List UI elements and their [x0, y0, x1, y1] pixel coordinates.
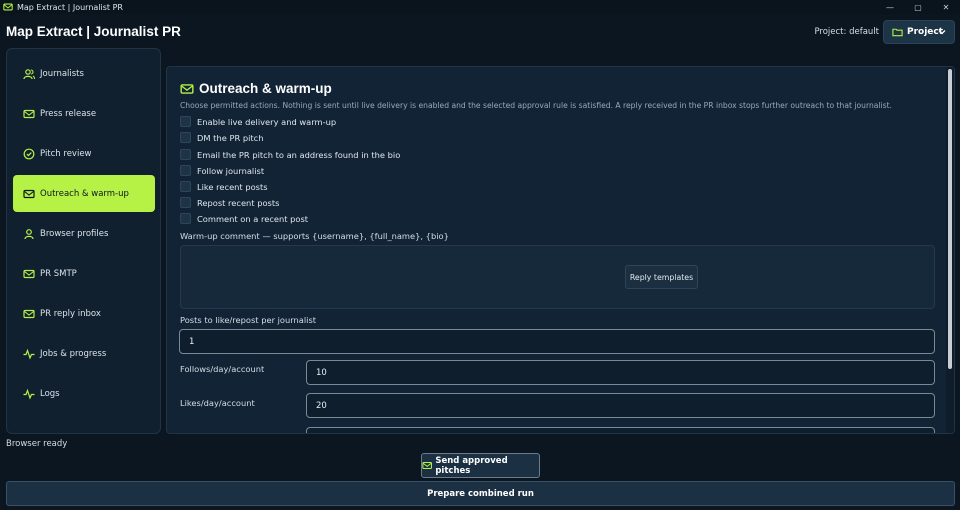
follows-label: Follows/day/account	[180, 364, 265, 374]
posts-label: Posts to like/repost per journalist	[180, 315, 317, 325]
mail-icon	[422, 461, 432, 470]
checkbox[interactable]	[180, 197, 191, 208]
comment-label: Warm-up comment — supports {username}, {…	[180, 231, 449, 241]
window-title: Map Extract | Journalist PR	[17, 2, 123, 12]
status-text: Browser ready	[6, 439, 68, 449]
section-description: Choose permitted actions. Nothing is sen…	[180, 101, 892, 110]
activity-icon	[23, 388, 35, 400]
project-label: Project: default	[814, 27, 879, 37]
window-titlebar: Map Extract | Journalist PR — ▢ ✕	[0, 0, 960, 14]
option-email-pitch[interactable]: Email the PR pitch to an address found i…	[180, 149, 400, 160]
checkbox[interactable]	[180, 165, 191, 176]
option-comment-post[interactable]: Comment on a recent post	[180, 213, 308, 224]
sidebar-item-jobs-progress[interactable]: Jobs & progress	[13, 335, 155, 372]
mail-icon	[180, 83, 194, 94]
checkbox[interactable]	[180, 116, 191, 127]
reply-templates-button[interactable]: Reply templates	[625, 265, 698, 289]
checkbox-label: Enable live delivery and warm-up	[197, 116, 337, 127]
next-limit-input[interactable]	[306, 427, 935, 433]
sidebar-item-label: PR reply inbox	[40, 308, 101, 319]
checkbox-label: Repost recent posts	[197, 197, 280, 208]
checkbox[interactable]	[180, 213, 191, 224]
mail-icon	[23, 269, 35, 278]
sidebar-item-journalists[interactable]: Journalists	[13, 55, 155, 92]
mail-icon	[23, 109, 35, 118]
chevron-down-icon	[938, 30, 946, 35]
sidebar-item-pr-smtp[interactable]: PR SMTP	[13, 255, 155, 292]
follows-per-day-input[interactable]: 10	[306, 360, 935, 385]
sidebar-item-label: Journalists	[40, 68, 84, 79]
checkbox[interactable]	[180, 132, 191, 143]
folder-icon	[892, 28, 903, 37]
outreach-panel: Outreach & warm-up Choose permitted acti…	[166, 66, 955, 434]
sidebar-item-press-release[interactable]: Press release	[13, 95, 155, 132]
checkbox[interactable]	[180, 181, 191, 192]
user-icon	[24, 228, 34, 239]
checkbox-label: Follow journalist	[197, 165, 265, 176]
check-circle-icon	[23, 148, 35, 159]
sidebar-item-browser-profiles[interactable]: Browser profiles	[13, 215, 155, 252]
sidebar-item-label: Logs	[40, 388, 60, 399]
maximize-button[interactable]: ▢	[904, 0, 932, 14]
option-enable-live-delivery[interactable]: Enable live delivery and warm-up	[180, 116, 336, 127]
option-repost-posts[interactable]: Repost recent posts	[180, 197, 279, 208]
section-title: Outreach & warm-up	[180, 81, 332, 96]
scrollbar-thumb[interactable]	[948, 69, 952, 369]
section-title-text: Outreach & warm-up	[199, 81, 332, 96]
checkbox-label: Email the PR pitch to an address found i…	[197, 149, 401, 160]
warmup-comment-textarea[interactable]	[180, 245, 935, 309]
users-icon	[23, 68, 35, 79]
checkbox-label: DM the PR pitch	[197, 132, 264, 143]
checkbox[interactable]	[180, 149, 191, 160]
sidebar-item-logs[interactable]: Logs	[13, 375, 155, 412]
sidebar-item-pitch-review[interactable]: Pitch review	[13, 135, 155, 172]
sidebar-item-label: Jobs & progress	[40, 348, 107, 359]
prepare-combined-run-button[interactable]: Prepare combined run	[6, 481, 955, 506]
posts-per-journalist-input[interactable]: 1	[179, 329, 935, 354]
sidebar-item-label: Press release	[40, 108, 97, 119]
sidebar-item-outreach[interactable]: Outreach & warm-up	[13, 175, 155, 212]
project-button[interactable]: Project	[883, 20, 955, 44]
option-follow-journalist[interactable]: Follow journalist	[180, 165, 264, 176]
sidebar-item-label: Pitch review	[40, 148, 92, 159]
option-dm-pitch[interactable]: DM the PR pitch	[180, 132, 264, 143]
likes-label: Likes/day/account	[180, 398, 255, 408]
close-button[interactable]: ✕	[932, 0, 960, 14]
checkbox-label: Like recent posts	[197, 181, 268, 192]
mail-icon	[3, 3, 13, 11]
sidebar-item-label: Outreach & warm-up	[40, 188, 129, 199]
sidebar: Journalists Press release Pitch review O…	[6, 48, 161, 434]
scrollbar[interactable]	[946, 67, 954, 433]
minimize-button[interactable]: —	[876, 0, 904, 14]
checkbox-label: Comment on a recent post	[197, 213, 309, 224]
likes-per-day-input[interactable]: 20	[306, 393, 935, 418]
option-like-posts[interactable]: Like recent posts	[180, 181, 268, 192]
send-button-label: Send approved pitches	[435, 455, 508, 476]
sidebar-item-label: PR SMTP	[40, 268, 77, 279]
activity-icon	[23, 348, 35, 360]
mail-icon	[23, 189, 35, 198]
sidebar-item-pr-reply-inbox[interactable]: PR reply inbox	[13, 295, 155, 332]
mail-icon	[23, 309, 35, 318]
send-approved-pitches-button[interactable]: Send approved pitches	[421, 453, 540, 478]
sidebar-item-label: Browser profiles	[40, 228, 109, 239]
app-heading: Map Extract | Journalist PR	[6, 24, 181, 39]
